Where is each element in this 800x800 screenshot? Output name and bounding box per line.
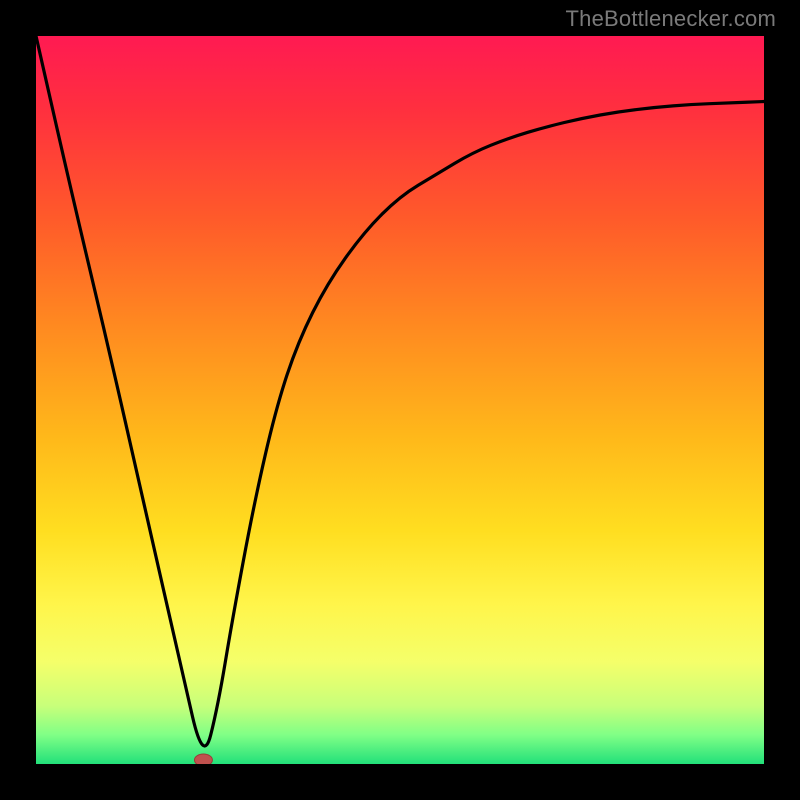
gradient-background (36, 36, 764, 764)
plot-area (36, 36, 764, 764)
chart-frame: TheBottlenecker.com (0, 0, 800, 800)
watermark-text: TheBottlenecker.com (566, 6, 776, 32)
bottleneck-chart (36, 36, 764, 764)
optimal-point-marker (194, 754, 212, 764)
